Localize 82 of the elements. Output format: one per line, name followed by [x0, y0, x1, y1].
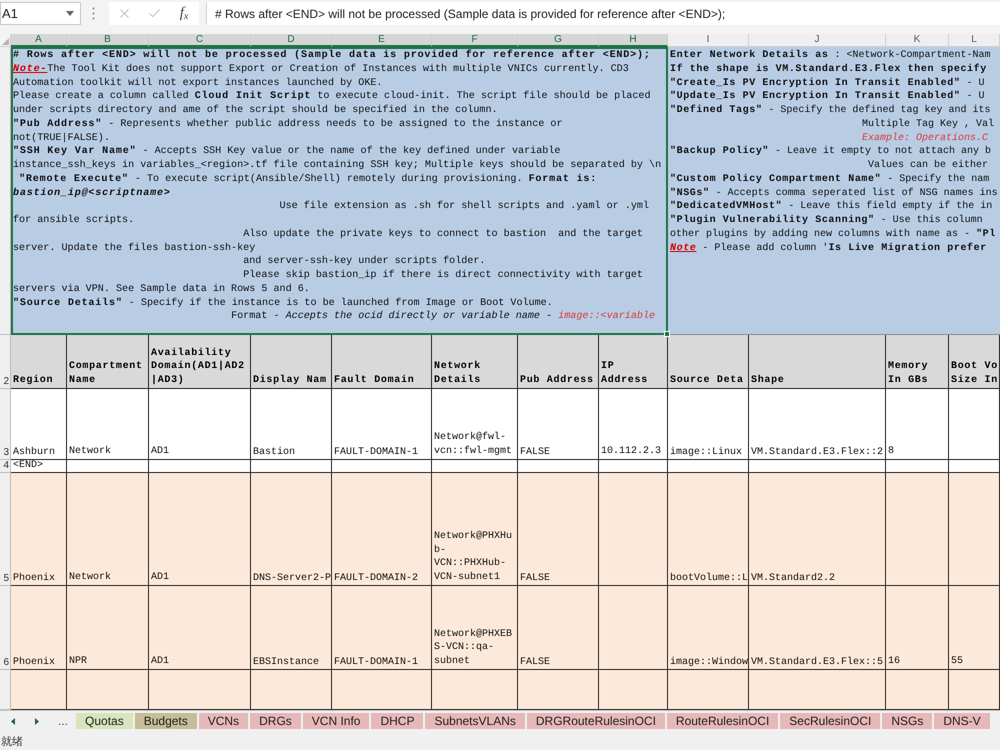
note-text: Values can be either — [867, 159, 990, 173]
row-header[interactable]: 3 — [0, 389, 11, 460]
note-text: Note-The Tool Kit does not support Export or Creation of Instances with multiple VNICs currently. CD3 Automation toolkit will not export instances launched by OKE. — [13, 62, 630, 90]
scroll-left-icon[interactable] — [11, 718, 15, 724]
sheet-tab[interactable]: Budgets — [134, 713, 197, 729]
sheet-tab[interactable]: RouteRulesinOCI — [666, 713, 778, 729]
note-text: Multiple Tag Key , Val — [861, 118, 996, 132]
note-text: "Remote Execute" - To execute script(Ansible/Shell) remotely during provisioning. Format is: bastion_ip@<scriptname> — [13, 172, 598, 200]
column-letter[interactable]: L — [949, 34, 1000, 47]
sheet-tab[interactable]: Quotas — [76, 713, 133, 729]
row-header[interactable]: 2 — [0, 335, 11, 389]
insert-function-button[interactable]: f$_{x}$ — [169, 2, 199, 25]
column-letter[interactable]: J — [749, 34, 886, 47]
column-letter[interactable]: B — [67, 34, 149, 47]
note-text: Example: Operations.C — [861, 132, 990, 146]
column-heading: Region — [11, 335, 67, 389]
note-text: "NSGs" - Accepts comma seperated list of NSG names ins — [670, 186, 998, 200]
sheet-tab[interactable]: NSGs — [882, 713, 932, 729]
column-letter[interactable]: I — [668, 34, 749, 47]
column-heading: Shape — [749, 335, 886, 389]
formula-field[interactable]: # Rows after <END> will not be processed (Sample data is provided for reference after <END>); — [206, 2, 1000, 25]
row-header[interactable] — [0, 47, 11, 335]
column-letter[interactable]: H — [599, 34, 668, 47]
row-header[interactable]: 6 — [0, 586, 11, 670]
note-text: Use file extension as .sh for shell scripts and .yaml or .yml for ansible scripts. — [13, 200, 650, 228]
column-heading: Memory In GBs — [886, 335, 949, 389]
note-text: Enter Network Details as : <Network-Compartment-Nam — [670, 49, 992, 63]
caret-icon[interactable] — [66, 11, 74, 16]
note-text: "SSH Key Var Name" - Accepts SSH Key value or the name of the key defined under variable instance_ssh_keys in variables_<region>.tf file containing SSH key; Multiple keys should be separated by \n — [13, 145, 662, 173]
note-text: Note - Please add column 'Is Live Migration prefer — [670, 242, 988, 256]
column-letter[interactable]: C — [149, 34, 251, 47]
sheet-tab[interactable]: SubnetsVLANs — [425, 713, 525, 729]
sheet-tab[interactable]: DHCP — [371, 713, 424, 729]
note-text: "DedicatedVMHost" - Leave this field empty if the in — [670, 200, 994, 214]
note-text: "Defined Tags" - Specify the defined tag key and its — [670, 104, 992, 118]
column-heading: Compartment Name — [67, 335, 149, 389]
fill-handle[interactable] — [664, 331, 670, 337]
column-heading: Pub Address — [518, 335, 599, 389]
name-box[interactable]: A1 — [0, 2, 81, 25]
column-heading: Network Details — [432, 335, 518, 389]
sheet-tab[interactable]: SecRulesinOCI — [780, 713, 880, 729]
column-heading: Display Nam — [251, 335, 332, 389]
column-heading: Fault Domain — [332, 335, 432, 389]
row-header[interactable]: 5 — [0, 473, 11, 586]
note-text: "Create_Is PV Encryption In Transit Enabled" - U — [670, 76, 986, 90]
cancel-button[interactable] — [109, 2, 139, 25]
note-text: "Source Details" - Specify if the instance is to be launched from Image or Boot Volume. — [13, 296, 554, 310]
column-letter[interactable]: A — [11, 34, 67, 47]
note-text: Please create a column called Cloud Init Script to execute cloud-init. The script file should be placed under scripts directory and ame of the script should be specified in the column. — [13, 90, 652, 118]
column-letter[interactable]: D — [251, 34, 332, 47]
sheet-tab[interactable]: DRGs — [250, 713, 301, 729]
row-header[interactable]: 4 — [0, 460, 11, 473]
column-letter[interactable]: E — [332, 34, 432, 47]
triangle-icon[interactable] — [2, 38, 9, 45]
note-text: "Backup Policy" - Leave it empty to not attach any b — [670, 145, 992, 159]
note-text: "Custom Policy Compartment Name" - Specify the nam — [670, 172, 990, 186]
more-tabs-button[interactable]: ... — [55, 713, 72, 729]
column-heading: Boot Vo Size In — [949, 335, 1000, 389]
note-text: Format - Accepts the ocid directly or variable name - image::<variable — [230, 310, 656, 324]
sheet-tab[interactable]: DRGRouteRulesinOCI — [526, 713, 665, 729]
note-text: other plugins by adding new columns with name as - "Pl — [670, 228, 997, 242]
note-text: # Rows after <END> will not be processed (Sample data is provided for reference after <END>); — [13, 49, 652, 63]
drag-handle-icon[interactable] — [92, 7, 95, 20]
status-text: 就绪 — [1, 734, 23, 748]
row-header[interactable] — [0, 670, 11, 710]
select-all-button[interactable] — [0, 34, 11, 47]
column-letter[interactable]: F — [432, 34, 518, 47]
sheet-tab[interactable]: VCNs — [198, 713, 248, 729]
column-heading: Source Deta — [668, 335, 749, 389]
sheet-tab[interactable]: DNS-V — [934, 713, 990, 729]
note-text: If the shape is VM.Standard.E3.Flex then specify — [670, 62, 988, 76]
note-text: and server-ssh-key under scripts folder. — [242, 255, 486, 269]
column-heading: IP Address — [599, 335, 668, 389]
sheet-tab[interactable]: VCN Info — [302, 713, 370, 729]
column-letter[interactable]: G — [518, 34, 599, 47]
column-letter[interactable]: K — [886, 34, 949, 47]
scroll-right-icon[interactable] — [35, 718, 39, 724]
note-text: "Update_Is PV Encryption In Transit Enabled" - U — [670, 90, 986, 104]
note-text: Please skip bastion_ip if there is direct connectivity with target servers via VPN. See Sample data in Rows 5 and 6. — [13, 269, 644, 296]
note-text: "Pub Address" - Represents whether public address needs to be assigned to the instance or not(TRUE|FALSE). — [13, 118, 564, 146]
note-text: "Plugin Vulnerability Scanning" - Use this column — [670, 214, 984, 228]
column-heading: Availability Domain(AD1|AD2|AD3) — [149, 335, 251, 389]
